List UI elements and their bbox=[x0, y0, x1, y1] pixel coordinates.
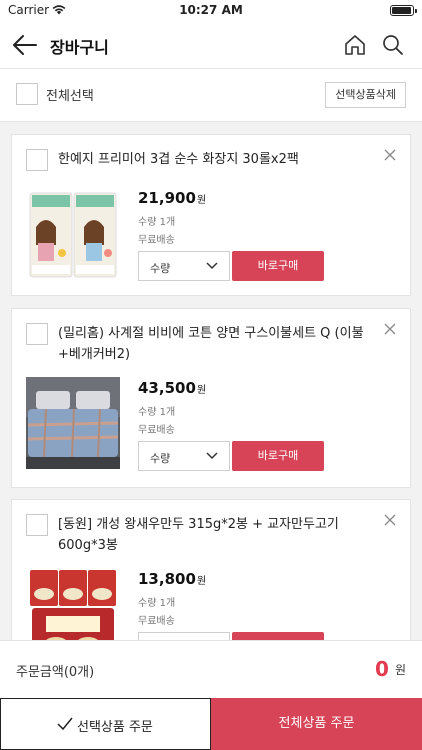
order-total-amount: 0원 bbox=[375, 657, 406, 681]
shipping-info: 무료배송 bbox=[138, 616, 175, 627]
search-icon bbox=[383, 35, 403, 55]
shipping-info: 무료배송 bbox=[138, 235, 175, 246]
chevron-down-icon bbox=[206, 452, 218, 460]
search-button[interactable] bbox=[380, 32, 406, 58]
order-total-bar: 주문금액(0개) 0원 bbox=[0, 640, 422, 698]
order-selected-button[interactable]: 선택상품 주문 bbox=[0, 698, 211, 750]
order-selected-label: 선택상품 주문 bbox=[77, 720, 153, 735]
clock: 10:27 AM bbox=[179, 3, 243, 17]
close-icon[interactable] bbox=[384, 514, 396, 526]
close-icon[interactable] bbox=[384, 323, 396, 335]
select-all-checkbox[interactable] bbox=[16, 83, 38, 105]
product-price: 13,800원 bbox=[138, 570, 207, 588]
product-name[interactable]: (밀리홈) 사계절 비비에 코튼 양면 구스이불세트 Q (이불+베개커버2) bbox=[58, 323, 380, 365]
product-price: 21,900원 bbox=[138, 189, 207, 207]
shipping-info: 무료배송 bbox=[138, 425, 175, 436]
home-button[interactable] bbox=[342, 32, 368, 58]
order-all-button[interactable]: 전체상품 주문 bbox=[211, 698, 422, 750]
buy-now-button[interactable]: 바로구매 bbox=[232, 441, 324, 471]
item-checkbox[interactable] bbox=[26, 323, 48, 345]
buy-now-button[interactable]: 바로구매 bbox=[232, 251, 324, 281]
delete-selected-button[interactable]: 선택상품삭제 bbox=[325, 82, 406, 108]
close-icon[interactable] bbox=[384, 149, 396, 161]
page-title: 장바구니 bbox=[50, 38, 109, 57]
item-checkbox[interactable] bbox=[26, 514, 48, 536]
product-name[interactable]: 한예지 프리미어 3겹 순수 화장지 30롤x2팩 bbox=[58, 149, 380, 170]
home-icon bbox=[345, 35, 365, 55]
back-button[interactable] bbox=[10, 31, 40, 59]
quantity-select-label: 수량 bbox=[150, 452, 171, 465]
product-quantity: 수량 1개 bbox=[138, 407, 176, 418]
product-name[interactable]: [동원] 개성 왕새우만두 315g*2봉 + 교자만두고기 600g*3봉 bbox=[58, 514, 380, 556]
product-image[interactable] bbox=[26, 377, 120, 469]
chevron-down-icon bbox=[206, 262, 218, 270]
select-all-bar: 전체선택 선택상품삭제 bbox=[0, 68, 422, 122]
product-quantity: 수량 1개 bbox=[138, 598, 176, 609]
arrow-left-icon bbox=[13, 35, 37, 55]
status-bar: Carrier 10:27 AM bbox=[0, 0, 422, 22]
quantity-select[interactable]: 수량 bbox=[138, 251, 230, 281]
check-icon bbox=[57, 717, 73, 731]
select-all-label: 전체선택 bbox=[46, 89, 94, 104]
bottom-actions: 선택상품 주문 전체상품 주문 bbox=[0, 698, 422, 750]
product-price: 43,500원 bbox=[138, 379, 207, 397]
product-image[interactable] bbox=[26, 187, 120, 279]
quantity-select[interactable]: 수량 bbox=[138, 441, 230, 471]
quantity-select-label: 수량 bbox=[150, 262, 171, 275]
item-checkbox[interactable] bbox=[26, 149, 48, 171]
cart-item: (밀리홈) 사계절 비비에 코튼 양면 구스이불세트 Q (이불+베개커버2) … bbox=[11, 308, 411, 488]
product-quantity: 수량 1개 bbox=[138, 217, 176, 228]
order-total-label: 주문금액(0개) bbox=[16, 665, 95, 680]
cart-item: 한예지 프리미어 3겹 순수 화장지 30롤x2팩 21,900원 수량 1개 … bbox=[11, 134, 411, 296]
battery-icon bbox=[390, 5, 417, 16]
header: 장바구니 bbox=[0, 22, 422, 68]
cart-screen: Carrier 10:27 AM 장바구니 전체선택 선택상품삭제 한예지 프리… bbox=[0, 0, 422, 750]
